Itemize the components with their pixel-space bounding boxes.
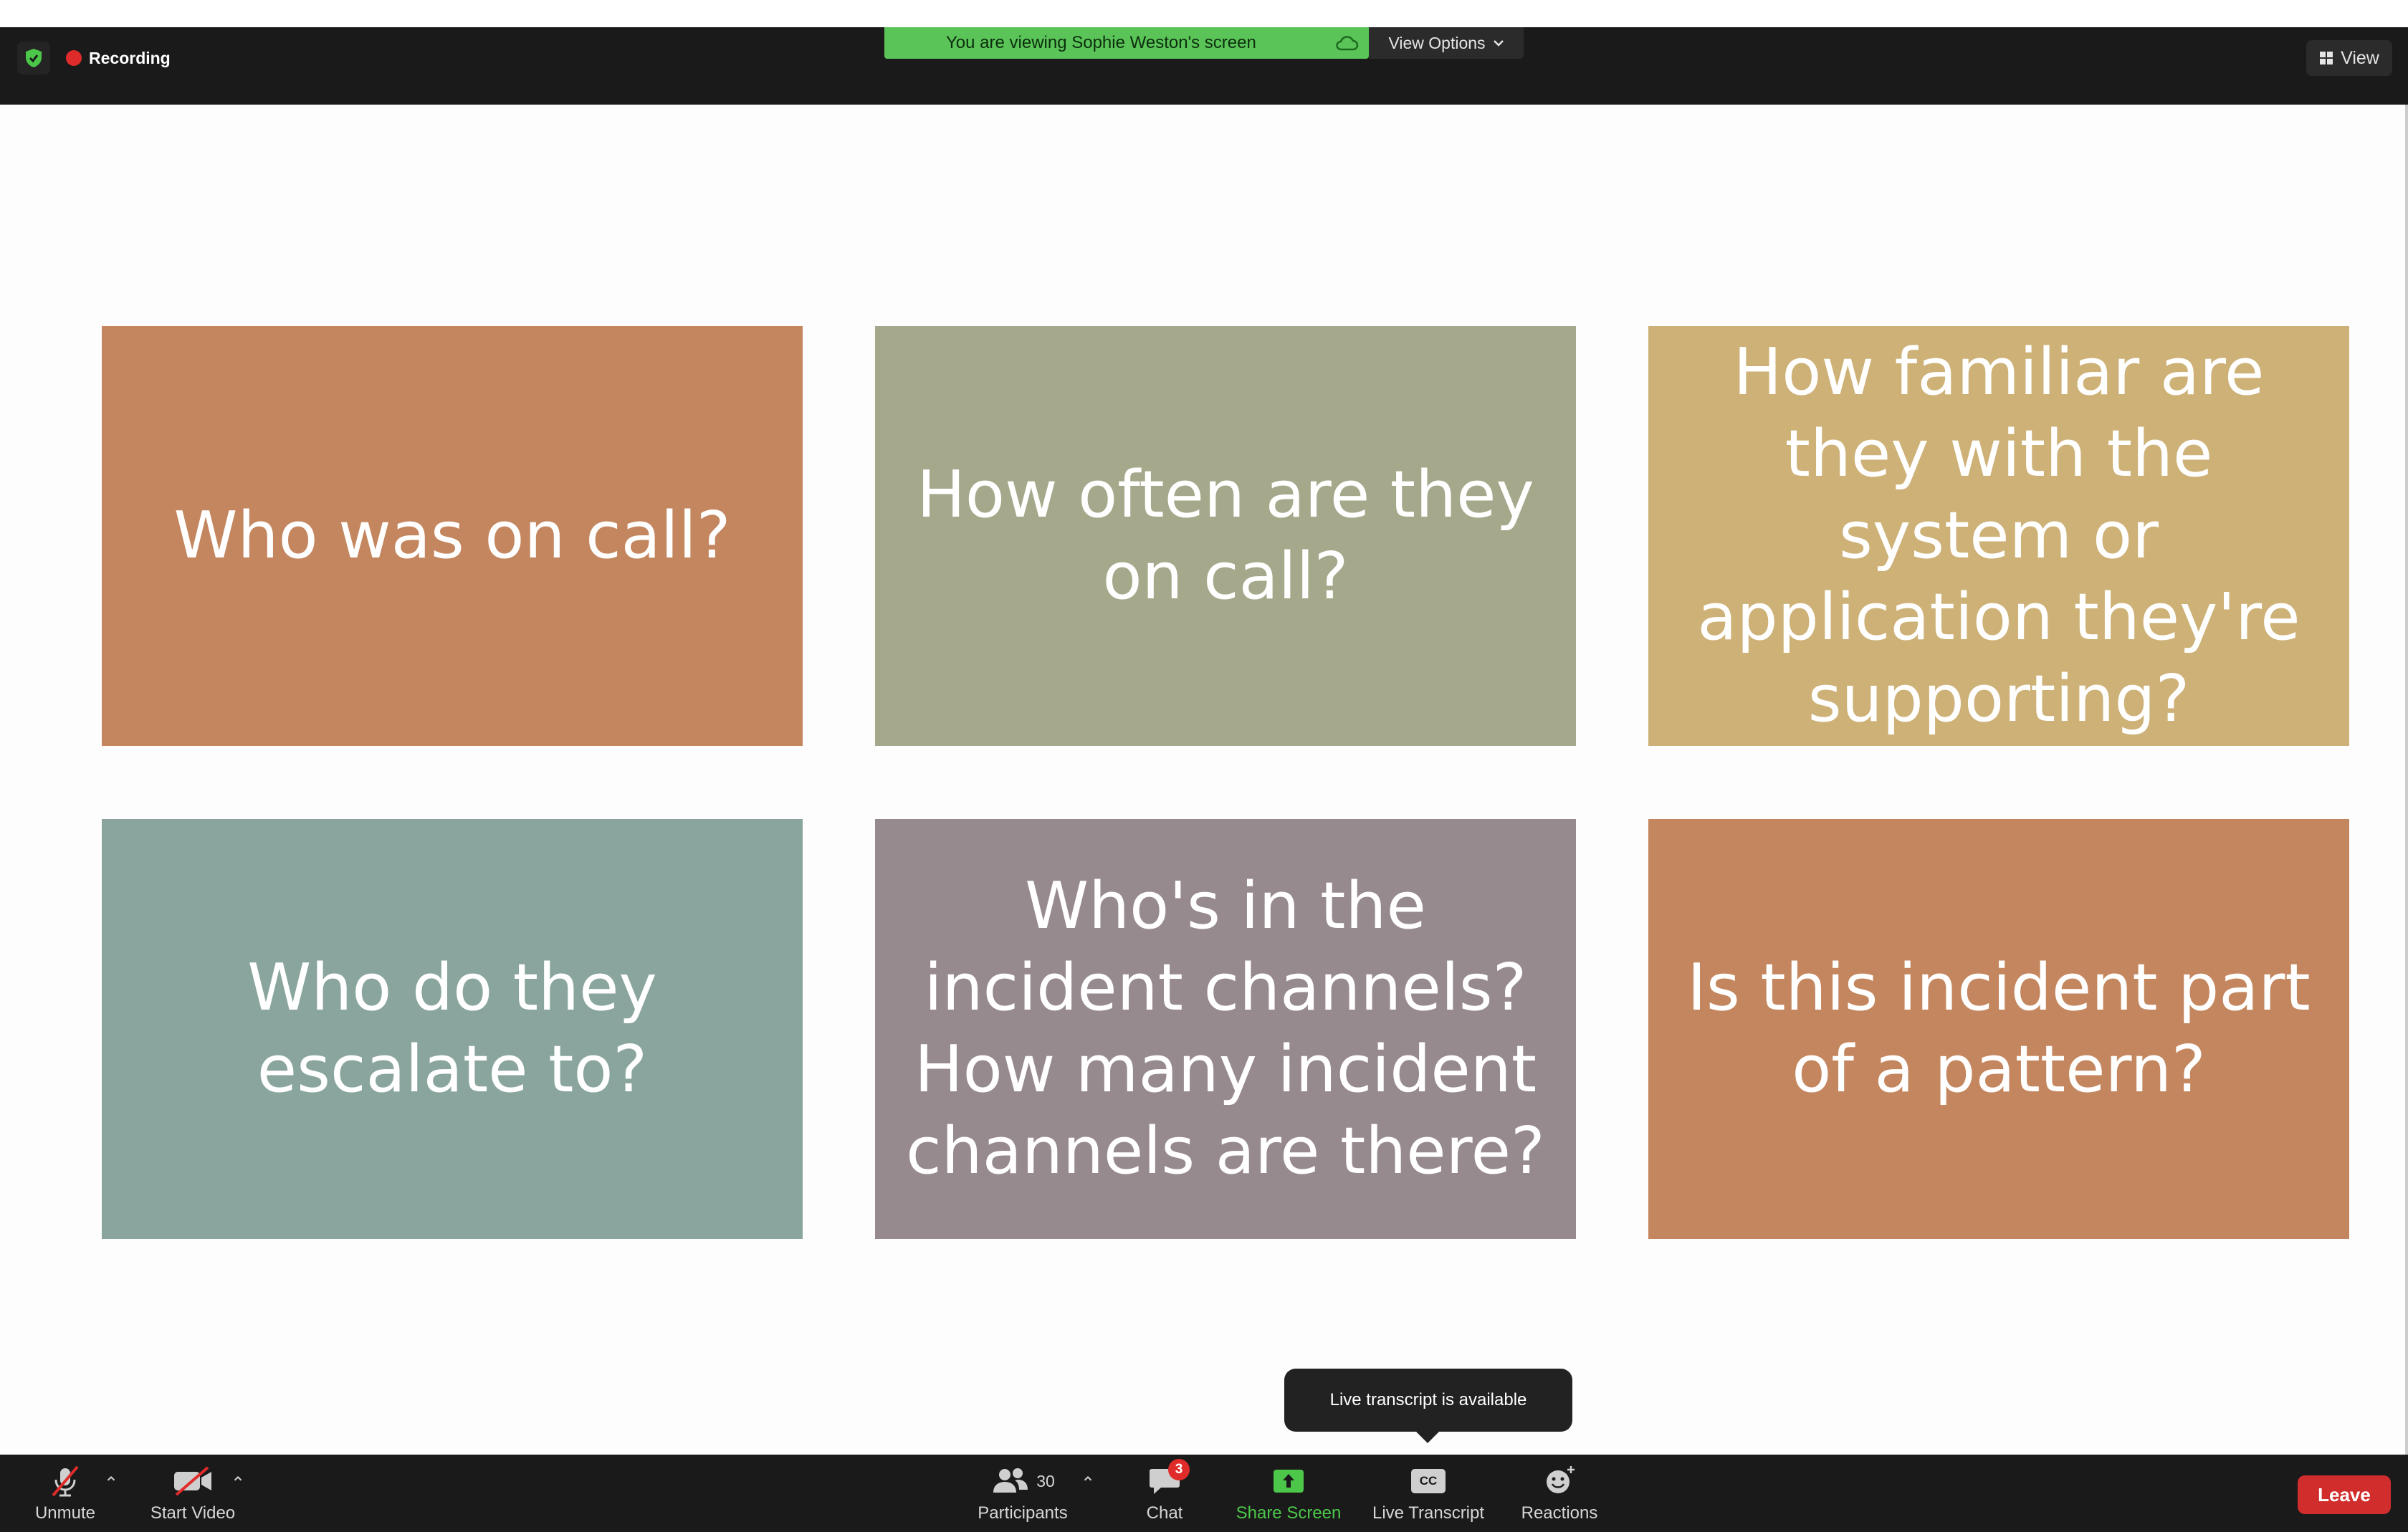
share-screen-icon xyxy=(1272,1463,1305,1499)
slide-card-4: Who do they escalate to? xyxy=(102,819,803,1239)
chat-badge: 3 xyxy=(1168,1459,1190,1480)
recording-label: Recording xyxy=(89,48,171,67)
slide-card-5: Who's in the incident channels? How many… xyxy=(875,819,1576,1239)
slide-card-3-text: How familiar are they with the system or… xyxy=(1697,335,2300,737)
recording-indicator[interactable]: Recording xyxy=(66,42,171,75)
slide-card-5-text: Who's in the incident channels? How many… xyxy=(906,868,1545,1189)
microphone-muted-icon xyxy=(48,1463,82,1499)
viewing-banner-text: You are viewing Sophie Weston's screen xyxy=(946,33,1256,52)
smiley-icon xyxy=(1542,1463,1577,1499)
chevron-down-icon xyxy=(1493,40,1504,47)
slide-card-2: How often are they on call? xyxy=(875,326,1576,746)
participants-label: Participants xyxy=(978,1503,1068,1523)
viewing-screen-banner: You are viewing Sophie Weston's screen xyxy=(884,27,1369,59)
live-transcript-tooltip: Live transcript is available xyxy=(1284,1369,1572,1443)
slide-card-4-text: Who do they escalate to? xyxy=(247,950,657,1107)
slide-card-1-text: Who was on call? xyxy=(173,498,731,573)
participants-icon-group: 30 xyxy=(990,1463,1055,1499)
chat-label: Chat xyxy=(1146,1503,1183,1523)
video-off-icon xyxy=(172,1463,214,1499)
people-icon xyxy=(993,1468,1028,1493)
participants-count: 30 xyxy=(1036,1471,1055,1490)
view-options-label: View Options xyxy=(1388,33,1486,52)
shared-screen-area xyxy=(0,105,2408,1455)
live-transcript-label: Live Transcript xyxy=(1372,1503,1485,1523)
view-layout-button[interactable]: View xyxy=(2306,40,2392,76)
slide-card-6-text: Is this incident part of a pattern? xyxy=(1687,950,2311,1107)
closed-caption-icon: CC xyxy=(1411,1463,1446,1499)
recording-dot-icon xyxy=(66,50,82,66)
share-screen-label: Share Screen xyxy=(1236,1503,1342,1523)
leave-button[interactable]: Leave xyxy=(2298,1475,2391,1514)
leave-label: Leave xyxy=(2318,1483,2371,1505)
view-label: View xyxy=(2341,47,2379,68)
security-shield-icon[interactable] xyxy=(17,42,50,75)
view-options-button[interactable]: View Options xyxy=(1369,27,1524,59)
slide-card-2-text: How often are they on call? xyxy=(917,457,1534,614)
unmute-label: Unmute xyxy=(34,1503,96,1523)
grid-icon xyxy=(2320,52,2333,64)
chat-icon-wrap: 3 xyxy=(1148,1459,1190,1499)
slide-card-1: Who was on call? xyxy=(102,326,803,746)
audio-options-caret[interactable]: ⌃ xyxy=(104,1473,118,1494)
slide-card-3: How familiar are they with the system or… xyxy=(1648,326,2349,746)
share-screen-button[interactable]: Share Screen xyxy=(1230,1455,1347,1532)
chat-button[interactable]: 3 Chat xyxy=(1132,1455,1197,1532)
window-top-strip xyxy=(0,0,2408,27)
participants-button[interactable]: 30 Participants xyxy=(969,1455,1076,1532)
live-transcript-button[interactable]: CC Live Transcript xyxy=(1362,1455,1495,1532)
start-video-label: Start Video xyxy=(150,1503,236,1523)
slide-card-6: Is this incident part of a pattern? xyxy=(1648,819,2349,1239)
participants-options-caret[interactable]: ⌃ xyxy=(1081,1473,1095,1494)
meeting-toolbar xyxy=(0,1455,2408,1532)
start-video-button[interactable]: Start Video xyxy=(140,1455,245,1532)
video-options-caret[interactable]: ⌃ xyxy=(231,1473,245,1494)
reactions-button[interactable]: Reactions xyxy=(1516,1455,1602,1532)
tooltip-text: Live transcript is available xyxy=(1329,1390,1527,1409)
cloud-icon xyxy=(1334,34,1359,57)
unmute-button[interactable]: Unmute xyxy=(26,1455,105,1532)
cc-badge: CC xyxy=(1411,1469,1446,1493)
reactions-label: Reactions xyxy=(1521,1503,1598,1523)
